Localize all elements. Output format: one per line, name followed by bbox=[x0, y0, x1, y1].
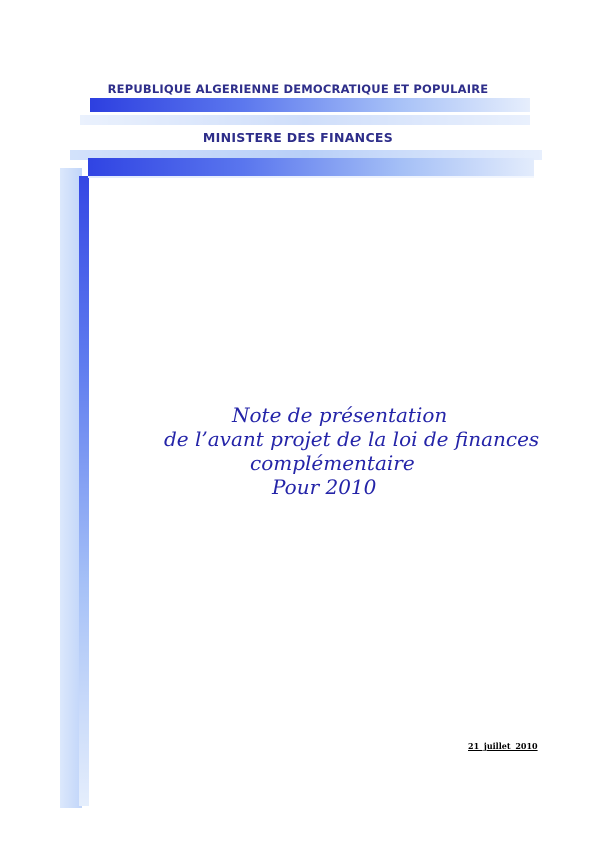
side-decor-bar bbox=[79, 176, 89, 806]
header-decor-bar-1-shadow bbox=[80, 115, 530, 125]
title-line-2: de l’avant projet de la loi de finances bbox=[164, 427, 540, 451]
document-title: Note de présentation de l’avant projet d… bbox=[150, 403, 540, 499]
title-line-3: complémentaire bbox=[250, 451, 415, 475]
title-line-4: Pour 2010 bbox=[272, 475, 377, 499]
frame-top-line bbox=[88, 176, 534, 178]
title-line-1: Note de présentation bbox=[232, 403, 448, 427]
header-decor-bar-2 bbox=[88, 158, 534, 176]
header-decor-bar-1 bbox=[90, 98, 530, 112]
document-date: 21 juillet 2010 bbox=[468, 741, 538, 751]
republic-heading: REPUBLIQUE ALGERIENNE DEMOCRATIQUE ET PO… bbox=[107, 82, 489, 96]
ministry-heading: MINISTERE DES FINANCES bbox=[202, 130, 394, 145]
